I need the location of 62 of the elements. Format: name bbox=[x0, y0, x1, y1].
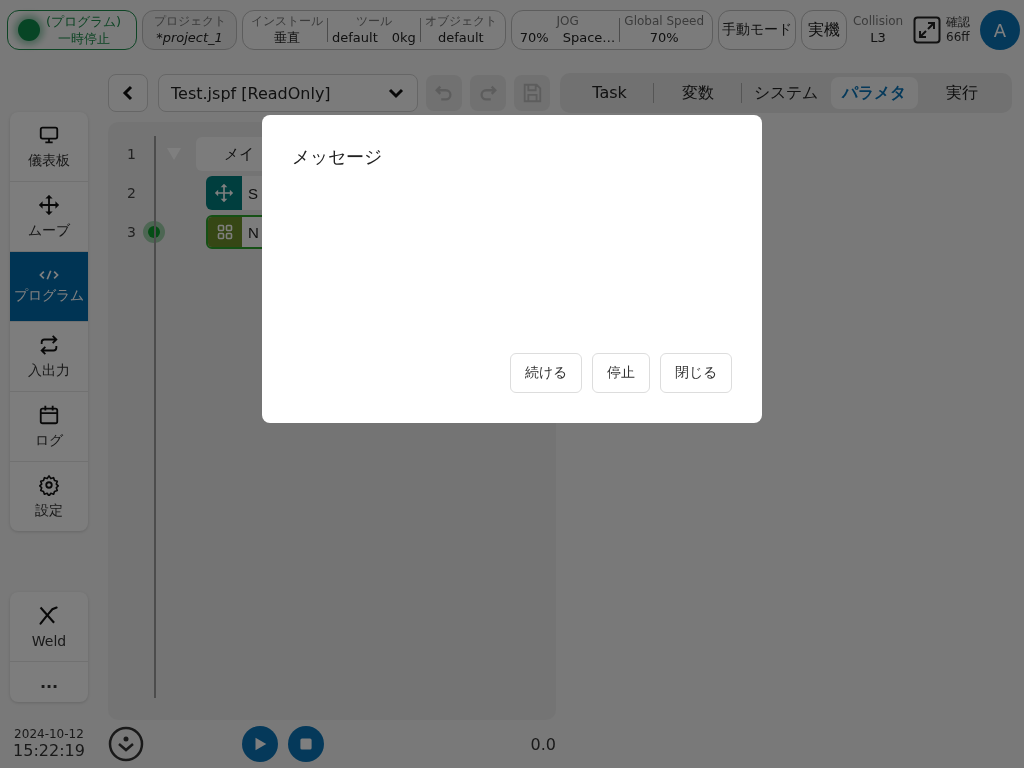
sidebar-item[interactable]: プログラム bbox=[10, 251, 88, 321]
dialog-button[interactable]: 停止 bbox=[592, 353, 650, 393]
dialog-button[interactable]: 続ける bbox=[510, 353, 582, 393]
speed-panel[interactable]: JOG 70% Space… Global Speed 70% bbox=[510, 10, 714, 50]
status-value: 一時停止 bbox=[57, 30, 110, 47]
tool-item[interactable]: Weld bbox=[10, 592, 88, 661]
user-avatar[interactable]: A bbox=[980, 10, 1020, 50]
line-number: 1 bbox=[126, 146, 136, 162]
move-arrows-icon bbox=[38, 193, 60, 216]
speed-label: JOG bbox=[556, 14, 579, 29]
stop-button[interactable] bbox=[288, 726, 324, 762]
stop-icon bbox=[298, 736, 314, 752]
chevron-down-icon bbox=[387, 87, 405, 99]
line-number: 3 bbox=[126, 224, 136, 240]
speed-value: 70% bbox=[649, 29, 679, 46]
line-number: 2 bbox=[126, 185, 136, 201]
speed-value: 70% bbox=[519, 29, 549, 46]
progress-value: 0.0 bbox=[530, 734, 556, 754]
play-button[interactable] bbox=[242, 726, 278, 762]
code-icon bbox=[38, 268, 60, 281]
calendar-icon bbox=[38, 403, 60, 426]
status-dot-icon bbox=[18, 19, 40, 41]
tab[interactable]: 実行 bbox=[918, 77, 1006, 109]
status-label: (プログラム) bbox=[46, 13, 122, 30]
tab[interactable]: システム bbox=[742, 77, 830, 109]
tab[interactable]: パラメタ bbox=[830, 77, 918, 109]
grid-icon bbox=[217, 224, 233, 240]
info-value: 垂直 bbox=[274, 29, 300, 46]
info-value: default bbox=[437, 29, 484, 46]
speed-value: Space… bbox=[562, 29, 616, 46]
info-value: default bbox=[332, 29, 378, 46]
file-dropdown[interactable]: Test.jspf [ReadOnly] bbox=[158, 74, 418, 112]
move-arrows-icon bbox=[214, 183, 234, 203]
current-time: 15:22:19 bbox=[13, 741, 85, 760]
tab[interactable]: Task bbox=[566, 77, 654, 109]
current-date: 2024-10-12 bbox=[14, 727, 84, 741]
chevron-left-icon bbox=[122, 85, 134, 101]
dialog-title: メッセージ bbox=[292, 145, 382, 169]
speed-label: Global Speed bbox=[624, 14, 705, 29]
tab[interactable]: 変数 bbox=[654, 77, 742, 109]
tool-item[interactable]: ... bbox=[10, 661, 88, 702]
swap-arrows-icon bbox=[38, 333, 60, 356]
project-name: *project_1 bbox=[156, 29, 223, 46]
info-value: 0kg bbox=[391, 29, 416, 46]
back-button[interactable] bbox=[108, 74, 148, 112]
collision-label: Collision bbox=[852, 14, 904, 29]
program-status-indicator[interactable]: (プログラム) 一時停止 bbox=[7, 10, 137, 50]
expand-icon[interactable] bbox=[913, 16, 942, 44]
sidebar-item[interactable]: ログ bbox=[10, 391, 88, 461]
info-label: ツール bbox=[355, 14, 392, 29]
sidebar-item[interactable]: 入出力 bbox=[10, 321, 88, 391]
settings-icon bbox=[38, 473, 60, 496]
scroll-down-icon[interactable] bbox=[108, 726, 144, 762]
sidebar-item[interactable]: 設定 bbox=[10, 461, 88, 531]
dialog-button[interactable]: 閉じる bbox=[660, 353, 732, 393]
mode-button[interactable]: 実機 bbox=[801, 10, 848, 50]
collision-level: L3 bbox=[870, 29, 886, 46]
mode-button[interactable]: 手動モード bbox=[718, 10, 797, 50]
welding-torch-icon bbox=[38, 604, 60, 627]
confirm-label: 確認 bbox=[946, 15, 971, 30]
confirm-value: 66ff bbox=[946, 30, 971, 45]
sidebar-item[interactable]: 儀表板 bbox=[10, 112, 88, 181]
